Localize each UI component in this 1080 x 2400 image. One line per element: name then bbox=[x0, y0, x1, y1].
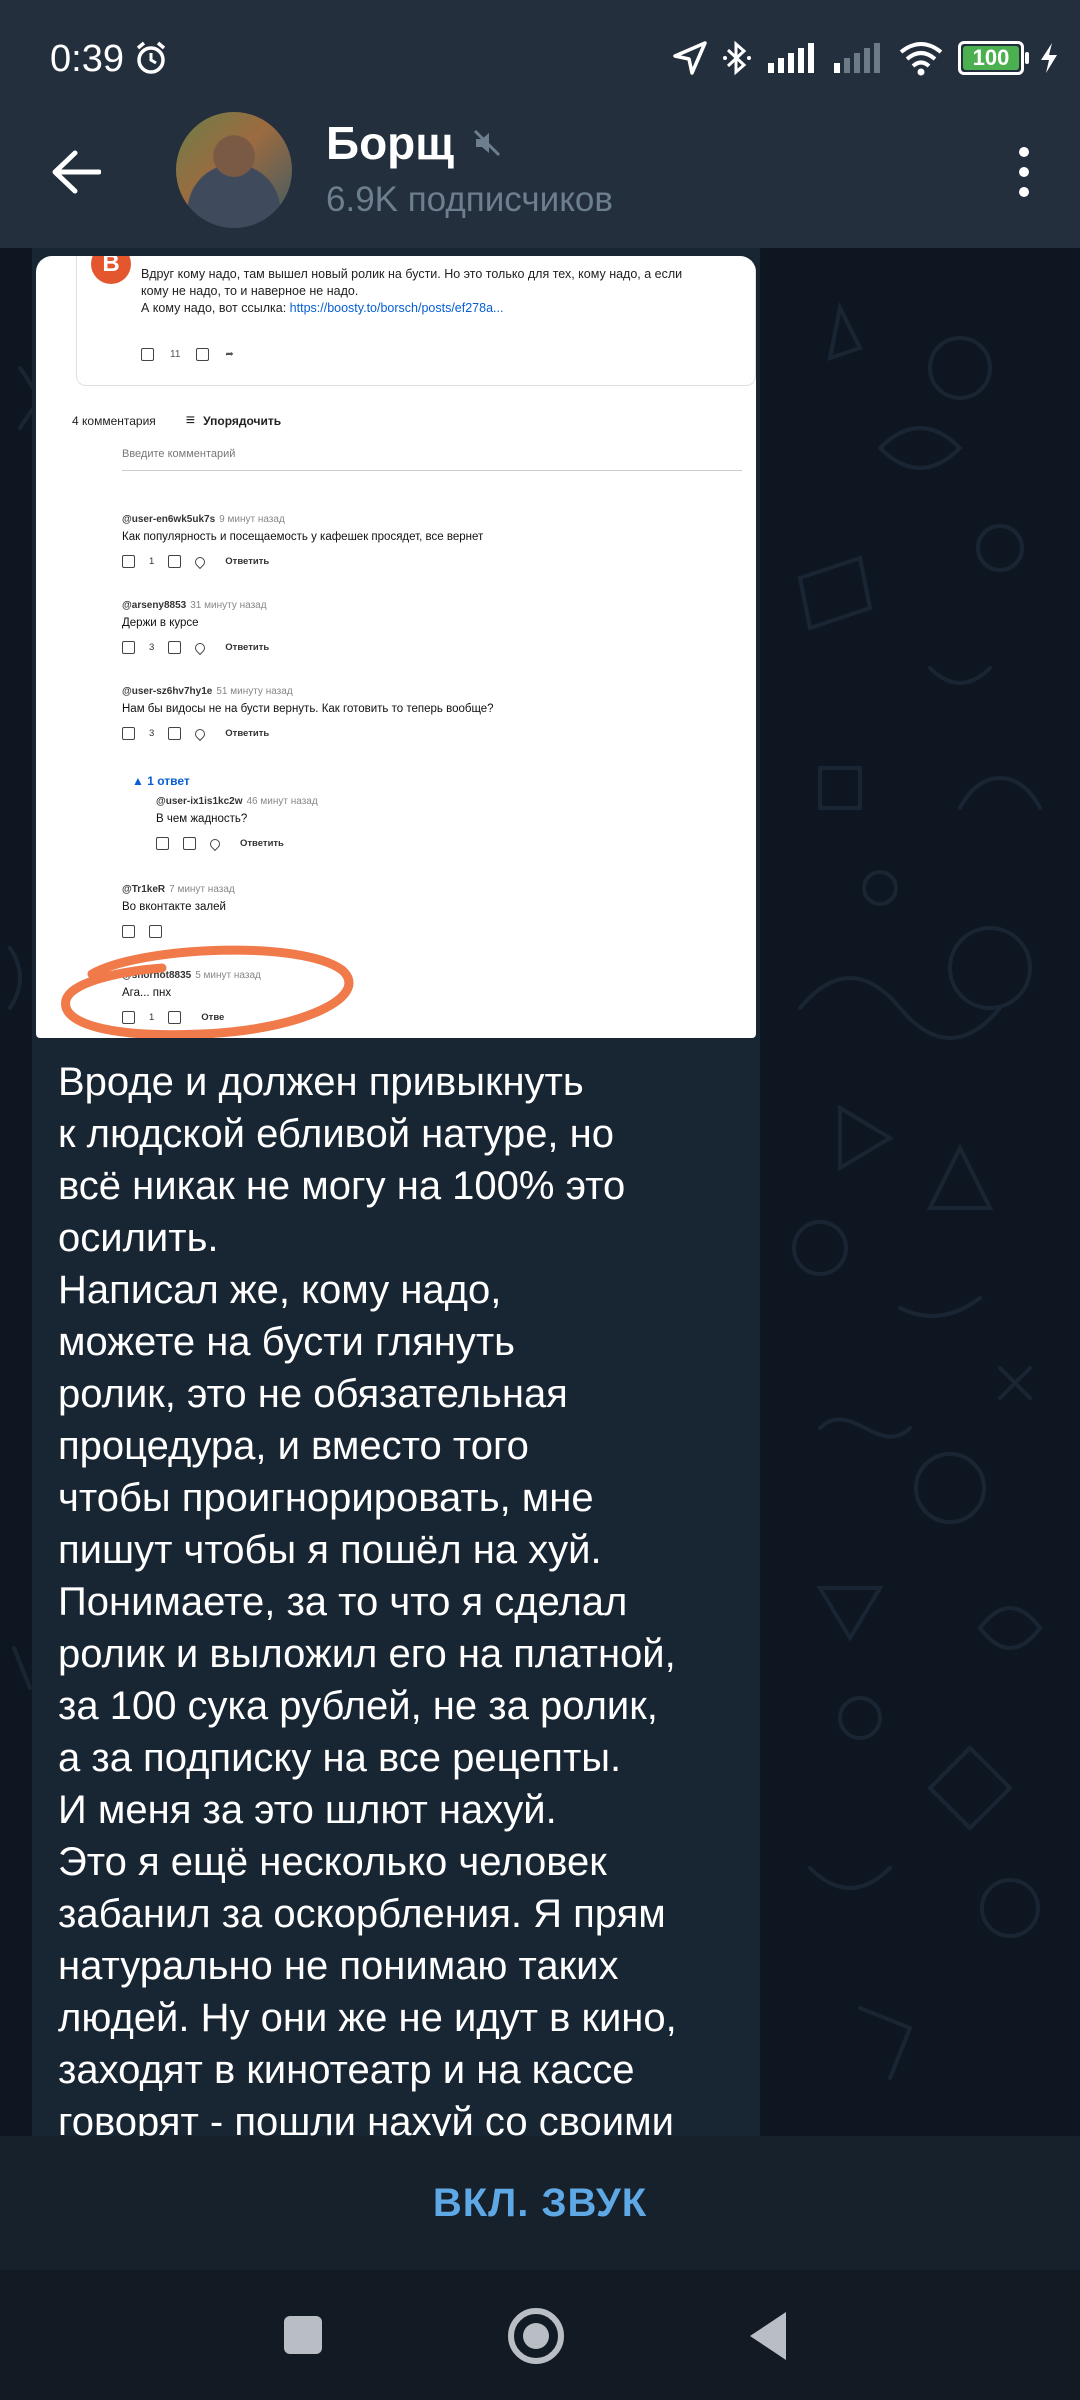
highlight-circle bbox=[61, 945, 354, 1038]
dot-icon bbox=[1019, 147, 1029, 157]
post-text: Вдруг кому надо, там вышел новый ролик н… bbox=[141, 266, 756, 317]
nav-back-button[interactable] bbox=[750, 2312, 786, 2360]
status-bar: 0:39 100 bbox=[0, 0, 1080, 120]
chat-header: Борщ 6.9K подписчиков bbox=[0, 110, 1080, 248]
comment-user: @user-en6wk5uk7s bbox=[122, 514, 216, 525]
charging-icon bbox=[1041, 43, 1057, 73]
home-button[interactable] bbox=[508, 2308, 564, 2364]
muted-icon bbox=[474, 129, 501, 157]
recents-button[interactable] bbox=[284, 2316, 322, 2354]
comment-input-placeholder: Введите комментарий bbox=[122, 448, 742, 471]
unmute-button[interactable]: ВКЛ. ЗВУК bbox=[433, 2181, 647, 2226]
comment-text: Держи в курсе bbox=[122, 617, 199, 629]
dislike-icon bbox=[196, 348, 210, 361]
status-icons: 100 bbox=[672, 36, 1060, 80]
comment: @arseny8853 31 минуту назад Держи в курсе… bbox=[122, 600, 742, 655]
comment-likes: 3 bbox=[149, 642, 155, 653]
post-actions: 11 ➦ bbox=[141, 348, 234, 361]
comment: @user-sz6hv7hy1e 51 минуту назад Нам бы в… bbox=[122, 686, 742, 741]
comment-user: @Tr1keR bbox=[122, 884, 166, 895]
reply-label: Ответить bbox=[225, 556, 270, 567]
comment-time: 9 минут назад bbox=[219, 514, 285, 525]
like-icon bbox=[122, 925, 135, 938]
comment-time: 31 минуту назад bbox=[190, 600, 267, 611]
subscriber-count: 6.9K подписчиков bbox=[326, 180, 613, 219]
community-post: B Вдруг кому надо, там вышел новый ролик… bbox=[76, 256, 756, 386]
post-link: https://boosty.to/borsch/posts/ef278a... bbox=[289, 301, 504, 315]
like-icon bbox=[141, 348, 154, 361]
dislike-icon bbox=[149, 925, 162, 938]
comment: @Tr1keR 7 минут назад Во вконтакте залей bbox=[122, 884, 742, 938]
like-icon bbox=[122, 727, 135, 740]
dislike-icon bbox=[168, 641, 182, 654]
comment-text: Во вконтакте залей bbox=[122, 901, 226, 913]
comment-likes: 1 bbox=[149, 556, 155, 567]
channel-logo-icon: B bbox=[91, 256, 131, 284]
channel-name: Борщ bbox=[326, 117, 455, 169]
heart-icon bbox=[207, 836, 223, 851]
comment-time: 46 минут назад bbox=[246, 796, 318, 807]
bluetooth-icon bbox=[723, 40, 751, 76]
comment-user: @arseny8853 bbox=[122, 600, 187, 611]
status-time: 0:39 bbox=[50, 38, 124, 80]
replies-toggle: ▲ 1 ответ bbox=[132, 774, 190, 788]
battery-level: 100 bbox=[963, 46, 1019, 70]
heart-icon bbox=[193, 726, 208, 741]
comment-user: @user-ix1is1kc2w bbox=[156, 796, 243, 807]
post-likes: 11 bbox=[170, 349, 181, 360]
signal-weak-icon bbox=[834, 43, 880, 73]
share-icon: ➦ bbox=[225, 349, 234, 360]
comment-time: 51 минуту назад bbox=[216, 686, 293, 697]
location-icon bbox=[673, 41, 707, 75]
battery-icon: 100 bbox=[958, 41, 1029, 75]
dislike-icon bbox=[168, 727, 182, 740]
replies-toggle-label: 1 ответ bbox=[147, 774, 190, 788]
alarm-icon bbox=[136, 41, 166, 74]
chat-area[interactable]: B Вдруг кому надо, там вышел новый ролик… bbox=[0, 248, 1080, 2136]
heart-icon bbox=[193, 640, 208, 655]
channel-avatar[interactable] bbox=[176, 112, 292, 228]
like-icon bbox=[122, 641, 135, 654]
heart-icon bbox=[193, 554, 208, 569]
channel-bottom-bar: ВКЛ. ЗВУК bbox=[0, 2136, 1080, 2270]
channel-title[interactable]: Борщ bbox=[326, 116, 502, 170]
system-navigation-bar bbox=[0, 2270, 1080, 2400]
comment-time: 7 минут назад bbox=[169, 884, 235, 895]
like-icon bbox=[122, 555, 135, 568]
message-text: Вроде и должен привыкнуть к людской ебли… bbox=[58, 1060, 677, 2136]
dot-icon bbox=[1019, 167, 1029, 177]
comment-text: Нам бы видосы не на бусти вернуть. Как г… bbox=[122, 703, 494, 715]
comment: @user-en6wk5uk7s 9 минут назад Как популя… bbox=[122, 514, 742, 569]
comment-user: @user-sz6hv7hy1e bbox=[122, 686, 213, 697]
message-bubble[interactable]: B Вдруг кому надо, там вышел новый ролик… bbox=[32, 248, 760, 2136]
dot-icon bbox=[1019, 187, 1029, 197]
reply-label: Ответить bbox=[225, 642, 270, 653]
comments-count: 4 комментария bbox=[72, 414, 156, 428]
reply-label: Ответить bbox=[240, 838, 284, 849]
more-options-button[interactable] bbox=[988, 132, 1060, 212]
comment-text: В чем жадность? bbox=[156, 813, 248, 825]
sort-label: Упорядочить bbox=[186, 412, 281, 430]
comment-text: Как популярность и посещаемость у кафеше… bbox=[122, 531, 484, 543]
reply-label: Ответить bbox=[225, 728, 270, 739]
dislike-icon bbox=[183, 837, 196, 850]
back-button[interactable] bbox=[40, 136, 112, 208]
top-app-bar: 0:39 100 Борщ 6.9K подписчиков bbox=[0, 0, 1080, 248]
dislike-icon bbox=[168, 555, 182, 568]
comments-header: 4 комментария Упорядочить bbox=[72, 412, 281, 430]
message-photo[interactable]: B Вдруг кому надо, там вышел новый ролик… bbox=[36, 256, 756, 1038]
signal-icon bbox=[768, 43, 814, 73]
comment-likes: 3 bbox=[149, 728, 155, 739]
like-icon bbox=[156, 837, 169, 850]
wifi-icon bbox=[899, 42, 943, 76]
arrow-left-icon bbox=[52, 150, 101, 194]
comment-reply: @user-ix1is1kc2w 46 минут назад В чем жад… bbox=[156, 796, 716, 851]
